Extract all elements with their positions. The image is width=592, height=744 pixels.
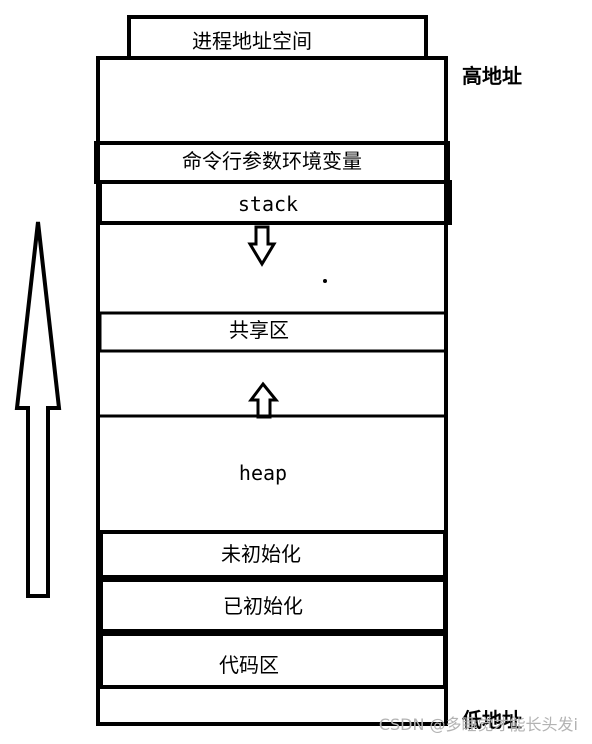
data-label: 已初始化 bbox=[223, 594, 303, 618]
bss-label: 未初始化 bbox=[221, 542, 301, 566]
diagram-title: 进程地址空间 bbox=[192, 29, 312, 53]
stack-label: stack bbox=[238, 192, 298, 216]
heap-grows-up-arrow bbox=[248, 381, 280, 419]
text-label: 代码区 bbox=[219, 653, 279, 677]
high-address-label: 高地址 bbox=[462, 64, 522, 88]
shared-label: 共享区 bbox=[229, 318, 289, 342]
dot-mark bbox=[323, 279, 327, 283]
stack-grows-down-arrow bbox=[247, 225, 277, 267]
process-address-space-diagram: 进程地址空间 高地址 低地址 命令行参数环境变量 stack 共享区 heap … bbox=[14, 15, 578, 734]
address-increase-arrow bbox=[14, 221, 62, 598]
watermark: CSDN @多睡觉才能长头发i bbox=[379, 715, 578, 734]
heap-label: heap bbox=[239, 461, 287, 485]
cmdline-env-label: 命令行参数环境变量 bbox=[182, 149, 362, 173]
